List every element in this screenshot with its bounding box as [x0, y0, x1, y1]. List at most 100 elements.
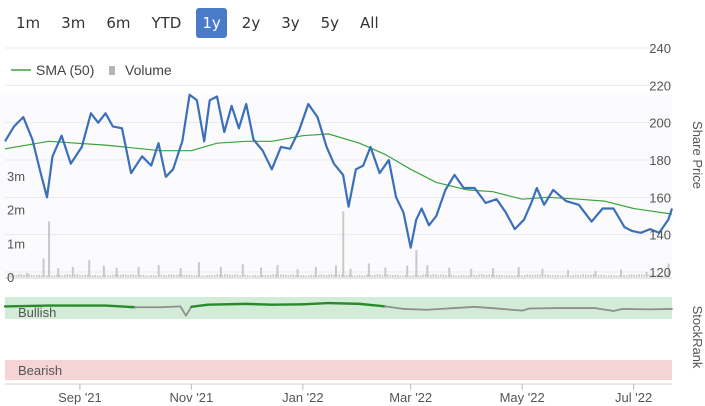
- volume-bar: [419, 275, 422, 277]
- volume-bar: [552, 275, 554, 277]
- volume-bar: [211, 275, 213, 277]
- volume-bar: [554, 274, 557, 277]
- volume-bar: [81, 274, 84, 277]
- volume-bar: [107, 275, 109, 277]
- volume-bar: [119, 274, 122, 277]
- volume-bar: [440, 274, 442, 277]
- volume-bar: [430, 274, 432, 277]
- volume-bar: [615, 275, 618, 277]
- volume-bar: [404, 274, 407, 277]
- volume-bar: [582, 274, 585, 277]
- volume-bar: [379, 274, 381, 277]
- volume-bar: [415, 250, 418, 277]
- volume-bar: [79, 274, 81, 277]
- volume-bar: [18, 274, 20, 277]
- volume-tick-label: 3m: [7, 169, 25, 184]
- volume-bar: [38, 274, 41, 277]
- volume-bar: [224, 274, 226, 277]
- volume-bar: [452, 274, 455, 277]
- volume-bar: [501, 274, 503, 277]
- volume-bar: [384, 267, 387, 277]
- volume-bar: [567, 270, 570, 277]
- volume-bar: [435, 274, 437, 277]
- legend: SMA (50) Volume: [11, 62, 172, 78]
- volume-bar: [485, 274, 488, 277]
- volume-bar: [463, 275, 465, 277]
- volume-bar: [191, 274, 193, 277]
- volume-bar: [285, 274, 287, 277]
- volume-bar: [196, 275, 198, 277]
- volume-bar: [645, 271, 648, 277]
- volume-bar: [432, 274, 435, 277]
- volume-bar: [549, 275, 552, 277]
- volume-bar: [402, 275, 404, 277]
- volume-bar: [363, 275, 366, 277]
- volume-bar: [249, 275, 252, 277]
- price-tick-label: 240: [649, 41, 671, 56]
- volume-bar: [260, 267, 263, 277]
- volume-bar: [274, 274, 277, 277]
- volume-bar: [328, 274, 330, 277]
- volume-bar: [333, 274, 335, 277]
- volume-bar: [185, 274, 188, 277]
- volume-bar: [496, 274, 498, 277]
- volume-bar: [216, 274, 218, 277]
- volume-bar: [254, 274, 257, 277]
- volume-bar: [450, 274, 452, 277]
- volume-bar: [412, 275, 414, 277]
- volume-bar: [272, 274, 274, 277]
- volume-bar: [417, 275, 419, 277]
- volume-bar: [585, 274, 587, 277]
- volume-bar: [635, 274, 638, 277]
- volume-bar: [638, 274, 640, 277]
- date-tick-label: May '22: [500, 390, 545, 405]
- date-tick-label: Mar '22: [389, 390, 432, 405]
- volume-bar: [574, 274, 577, 277]
- price-tick-label: 200: [649, 116, 671, 131]
- volume-bar: [302, 274, 305, 277]
- volume-bar: [147, 275, 150, 277]
- volume-bar: [590, 274, 592, 277]
- volume-bar: [470, 268, 473, 277]
- volume-bar: [381, 274, 384, 277]
- volume-bar: [437, 274, 440, 277]
- volume-bar: [498, 274, 501, 277]
- volume-bar: [66, 274, 68, 277]
- volume-bar: [300, 274, 302, 277]
- volume-bar: [361, 275, 363, 277]
- volume-bar: [122, 274, 124, 277]
- volume-bar: [374, 274, 376, 277]
- volume-bar: [155, 275, 157, 277]
- volume-bar: [605, 275, 607, 277]
- volume-bar: [57, 268, 60, 277]
- volume-legend-swatch: [109, 66, 115, 75]
- volume-bar: [239, 275, 241, 277]
- volume-bar: [569, 275, 572, 277]
- volume-bar: [269, 274, 272, 277]
- volume-bar: [473, 274, 475, 277]
- volume-bar: [480, 274, 483, 277]
- volume-bar: [179, 268, 182, 277]
- volume-bar: [389, 274, 391, 277]
- volume-bar: [231, 274, 234, 277]
- volume-bar: [536, 273, 539, 277]
- volume-bar: [290, 274, 292, 277]
- volume-bar: [521, 275, 524, 277]
- volume-bar: [296, 269, 299, 277]
- volume-bar: [142, 274, 145, 277]
- volume-bar: [371, 275, 374, 277]
- volume-bar: [99, 275, 102, 277]
- volume-bar: [594, 270, 597, 277]
- volume-bar: [307, 275, 310, 277]
- volume-bar: [236, 274, 239, 277]
- volume-bar: [226, 273, 229, 277]
- volume-bar: [91, 275, 94, 277]
- date-tick-label: Jan '22: [282, 390, 324, 405]
- volume-bar: [445, 274, 447, 277]
- volume-bar: [137, 266, 140, 277]
- volume-bar: [625, 275, 628, 277]
- volume-bar: [396, 274, 399, 277]
- volume-bar: [74, 274, 76, 277]
- volume-bar: [313, 274, 315, 277]
- volume-bar: [241, 264, 244, 277]
